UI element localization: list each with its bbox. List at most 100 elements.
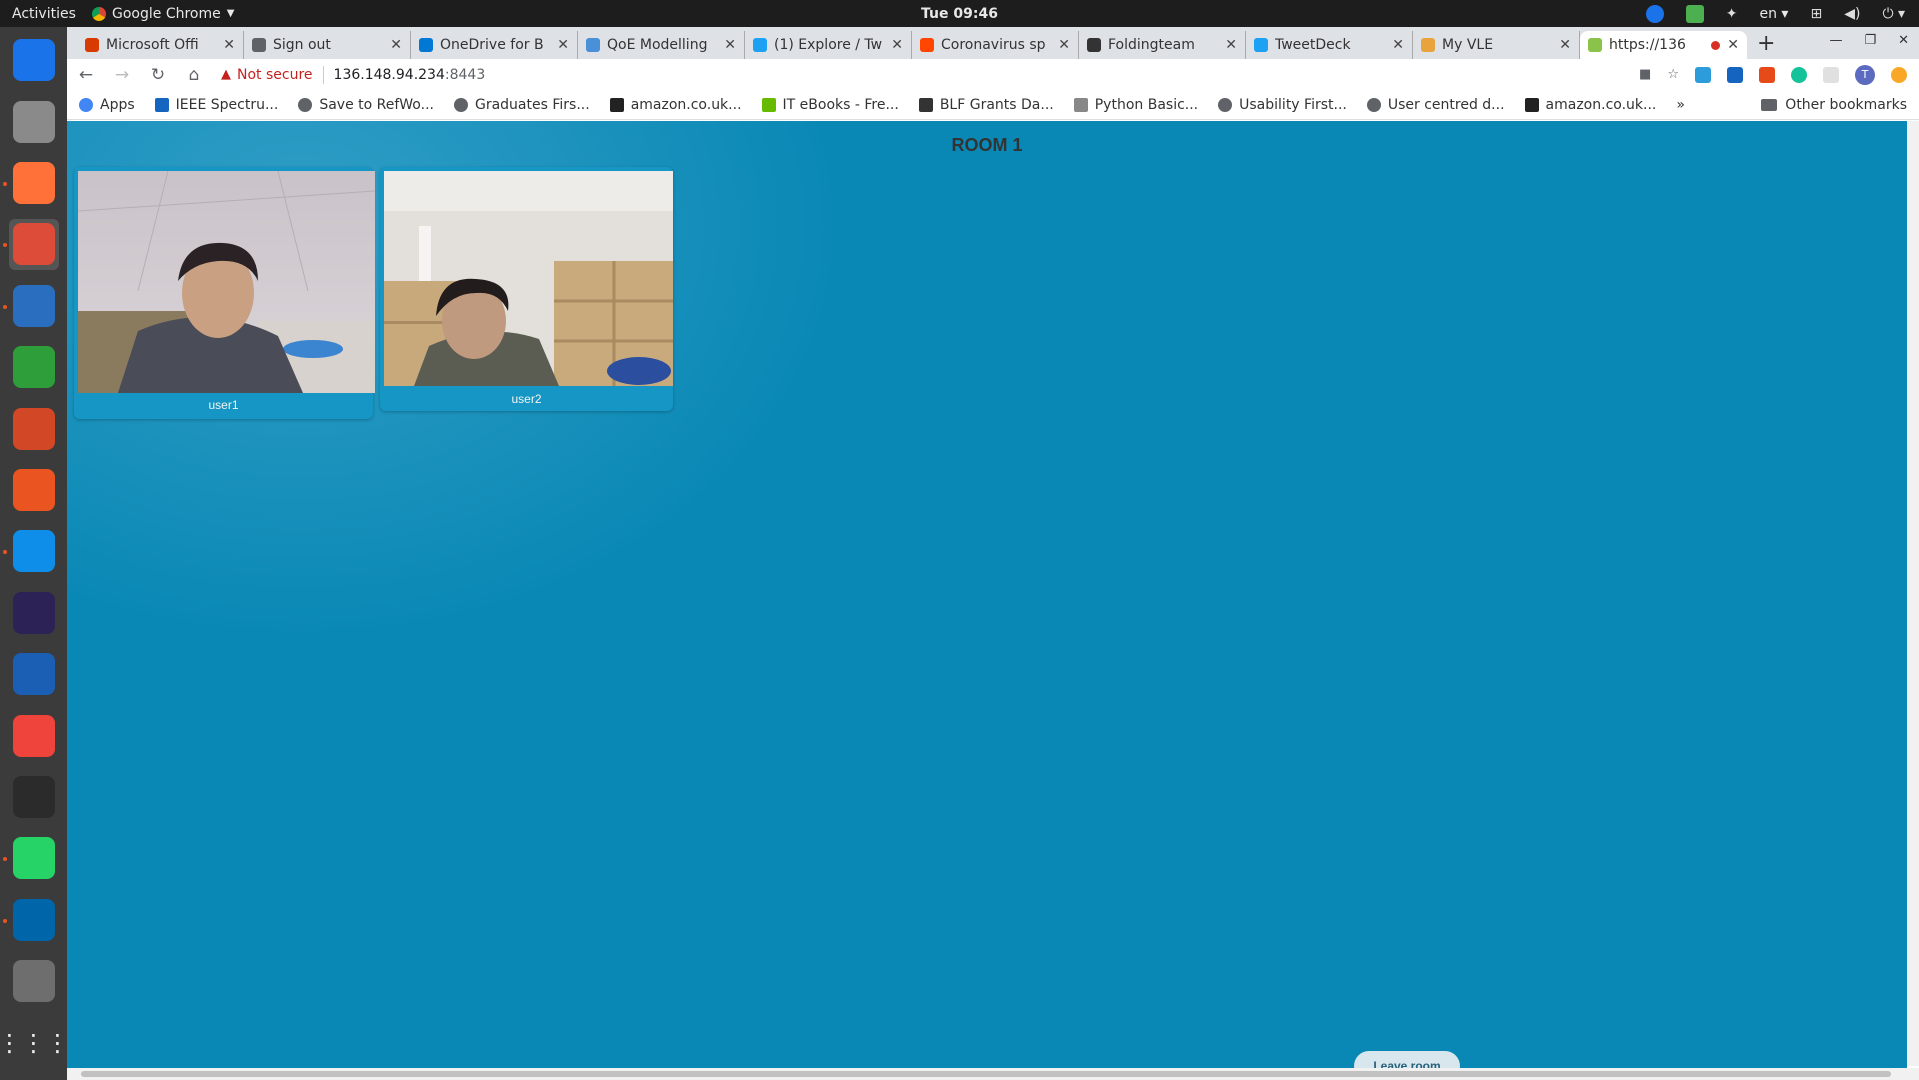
- restore-icon[interactable]: ❐: [1864, 33, 1876, 48]
- bookmark-label: Usability First...: [1239, 96, 1347, 113]
- browser-tab[interactable]: Sign out ✕: [244, 31, 411, 59]
- close-tab-icon[interactable]: ✕: [1058, 37, 1070, 53]
- dock: ⋮⋮⋮: [0, 27, 70, 1080]
- address-bar[interactable]: ▲ Not secure 136.148.94.234:8443: [221, 65, 486, 84]
- browser-tab[interactable]: https://136 ✕: [1580, 31, 1747, 59]
- apps-shortcut[interactable]: Apps: [79, 97, 135, 113]
- scrollbar-thumb[interactable]: [81, 1071, 1891, 1077]
- onedrive-extension-icon[interactable]: [1695, 66, 1711, 83]
- close-tab-icon[interactable]: ✕: [390, 37, 402, 53]
- bookmark-favicon-icon: [918, 97, 933, 112]
- show-applications-button[interactable]: ⋮⋮⋮: [0, 1018, 70, 1068]
- dock-item-software-center[interactable]: [9, 465, 59, 515]
- bookmark-label: Graduates Firs...: [474, 96, 590, 113]
- bookmark-item[interactable]: Python Basic...: [1073, 97, 1198, 113]
- reload-icon[interactable]: ↻: [149, 65, 167, 85]
- dock-item-drive[interactable]: [9, 956, 59, 1006]
- close-tab-icon[interactable]: ✕: [1225, 37, 1237, 53]
- dock-item-eclipse[interactable]: [9, 588, 59, 638]
- bookmark-favicon-icon: [1366, 97, 1381, 112]
- close-tab-icon[interactable]: ✕: [891, 37, 903, 53]
- dock-item-calc[interactable]: [9, 342, 59, 392]
- new-tab-button[interactable]: +: [1757, 31, 1775, 56]
- update-indicator-icon[interactable]: [1891, 66, 1907, 83]
- check-tray-icon[interactable]: [1685, 4, 1704, 23]
- close-window-icon[interactable]: ✕: [1898, 33, 1909, 48]
- dropbox-tray-icon[interactable]: ✦: [1726, 6, 1738, 22]
- browser-tab[interactable]: OneDrive for B ✕: [411, 31, 578, 59]
- dock-item-firefox[interactable]: [2, 158, 59, 208]
- dock-item-terminal[interactable]: [9, 772, 59, 822]
- dock-item-writer[interactable]: [2, 281, 59, 331]
- bookmark-item[interactable]: IEEE Spectru...: [154, 97, 278, 113]
- dock-item-files[interactable]: [9, 96, 59, 146]
- clock[interactable]: Tue 09:46: [921, 6, 998, 22]
- app-menu-label: Google Chrome: [112, 5, 221, 22]
- room-title: ROOM 1: [951, 135, 1023, 155]
- close-tab-icon[interactable]: ✕: [557, 37, 569, 53]
- warning-icon[interactable]: ▲: [221, 67, 231, 82]
- bookmark-item[interactable]: User centred d...: [1366, 97, 1505, 113]
- dock-item-thunderbird[interactable]: [9, 35, 59, 85]
- power-icon[interactable]: ⏻ ▾: [1882, 6, 1905, 22]
- not-secure-label[interactable]: Not secure: [237, 67, 313, 83]
- browser-tab[interactable]: Coronavirus sp ✕: [912, 31, 1079, 59]
- favicon-icon: [419, 38, 433, 52]
- bookmark-item[interactable]: Graduates Firs...: [453, 96, 590, 113]
- grammarly-extension-icon[interactable]: [1791, 66, 1807, 83]
- browser-tab[interactable]: QoE Modelling ✕: [578, 31, 745, 59]
- camera-icon[interactable]: ■: [1639, 67, 1651, 82]
- software-center-icon: [12, 469, 55, 512]
- language-indicator[interactable]: en ▾: [1759, 6, 1788, 22]
- tab-title: https://136: [1609, 37, 1686, 53]
- network-icon[interactable]: ⊞: [1810, 6, 1822, 22]
- close-tab-icon[interactable]: ✕: [223, 37, 235, 53]
- bookmark-item[interactable]: BLF Grants Da...: [918, 96, 1054, 113]
- apps-grid-icon: [79, 97, 93, 112]
- bookmark-label: Save to RefWo...: [319, 96, 434, 113]
- forward-icon[interactable]: →: [113, 65, 131, 85]
- horizontal-scrollbar[interactable]: [67, 1068, 1919, 1080]
- dock-item-virtualbox[interactable]: [9, 649, 59, 699]
- browser-tab[interactable]: TweetDeck ✕: [1246, 31, 1413, 59]
- dock-item-teamviewer[interactable]: [2, 526, 59, 576]
- close-tab-icon[interactable]: ✕: [724, 37, 736, 53]
- bookmark-item[interactable]: Usability First...: [1218, 97, 1347, 113]
- home-icon[interactable]: ⌂: [185, 65, 203, 85]
- running-indicator: [2, 918, 7, 923]
- volume-icon[interactable]: ◀): [1844, 6, 1860, 22]
- bookmark-label: BLF Grants Da...: [939, 96, 1054, 113]
- star-icon[interactable]: ☆: [1667, 67, 1679, 82]
- app-menu[interactable]: Google Chrome ▼: [92, 6, 234, 22]
- reader-extension-icon[interactable]: [1823, 66, 1839, 83]
- teamviewer-tray-icon[interactable]: [1645, 4, 1664, 23]
- vertical-scrollbar[interactable]: [1907, 121, 1919, 1066]
- url-text[interactable]: 136.148.94.234:8443: [334, 67, 486, 83]
- other-bookmarks[interactable]: Other bookmarks: [1761, 97, 1919, 113]
- close-tab-icon[interactable]: ✕: [1559, 37, 1571, 53]
- dock-item-chrome[interactable]: [2, 219, 59, 270]
- more-bookmarks-icon[interactable]: »: [1676, 97, 1685, 113]
- zotero-extension-icon[interactable]: [1727, 66, 1743, 83]
- dock-item-anydesk[interactable]: [9, 710, 59, 760]
- browser-tab[interactable]: Microsoft Offi ✕: [77, 31, 244, 59]
- bookmark-item[interactable]: amazon.co.uk...: [609, 97, 742, 113]
- bookmark-item[interactable]: Save to RefWo...: [298, 97, 434, 113]
- url-host: 136.148.94.234: [333, 66, 445, 83]
- bookmark-favicon-icon: [453, 97, 468, 112]
- browser-tab[interactable]: Foldingteam ✕: [1079, 31, 1246, 59]
- dock-item-vscode[interactable]: [2, 895, 59, 945]
- dock-item-impress[interactable]: [9, 403, 59, 453]
- close-tab-icon[interactable]: ✕: [1392, 37, 1404, 53]
- minimize-icon[interactable]: —: [1829, 33, 1842, 48]
- dock-item-whatsapp[interactable]: [2, 833, 59, 883]
- bookmark-item[interactable]: IT eBooks - Fre...: [761, 97, 899, 113]
- back-icon[interactable]: ←: [77, 65, 95, 85]
- office-extension-icon[interactable]: [1759, 66, 1775, 83]
- browser-tab[interactable]: My VLE ✕: [1413, 31, 1580, 59]
- bookmark-item[interactable]: amazon.co.uk...: [1524, 97, 1656, 113]
- activities-button[interactable]: Activities: [0, 6, 92, 22]
- close-tab-icon[interactable]: ✕: [1727, 37, 1739, 53]
- browser-tab[interactable]: (1) Explore / Tw ✕: [745, 31, 912, 59]
- profile-avatar[interactable]: T: [1855, 64, 1875, 85]
